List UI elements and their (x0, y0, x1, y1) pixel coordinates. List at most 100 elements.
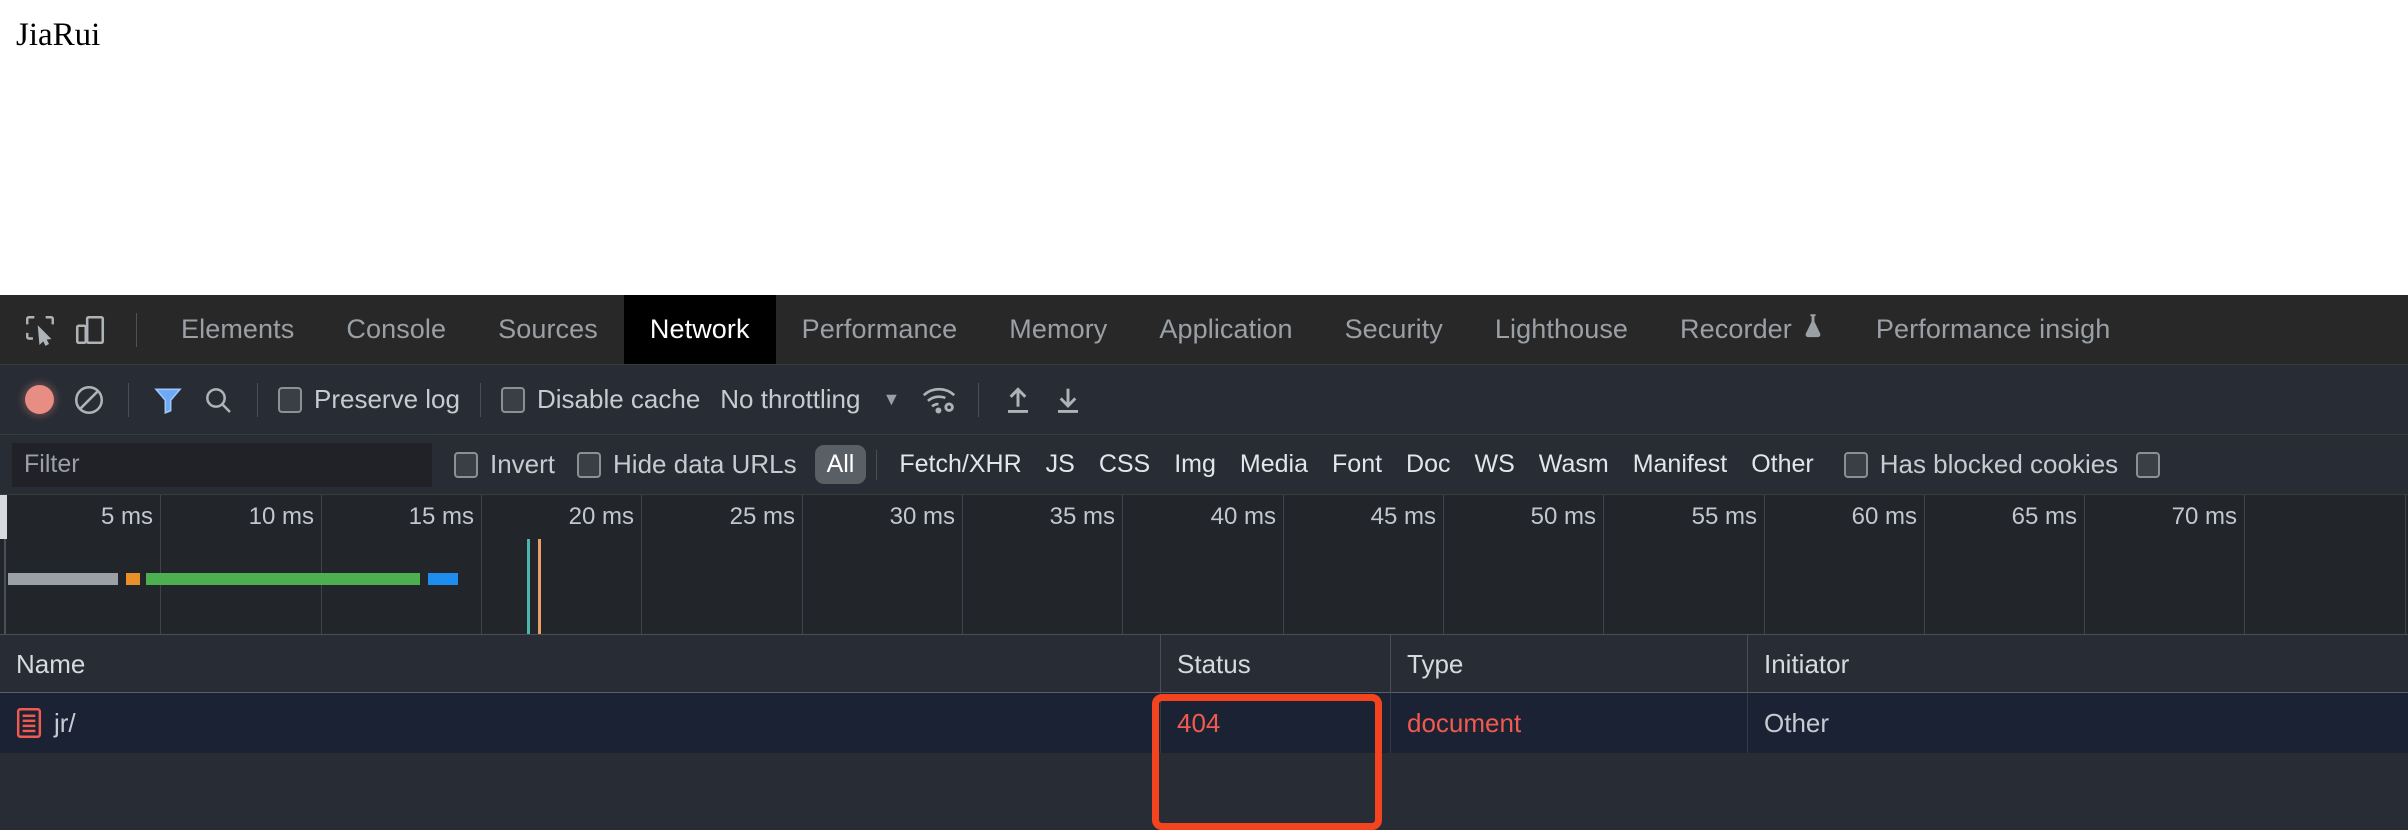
overview-tick-label: 60 ms (1852, 503, 1917, 531)
type-filter-doc[interactable]: Doc (1394, 445, 1462, 484)
tab-sources[interactable]: Sources (472, 295, 624, 365)
flask-icon (1802, 313, 1824, 346)
overview-tick-label: 20 ms (569, 503, 634, 531)
record-button[interactable] (14, 375, 64, 425)
tab-network[interactable]: Network (624, 295, 776, 365)
overview-event-dom-content-loaded (527, 539, 530, 635)
hide-data-urls-checkbox[interactable]: Hide data URLs (577, 449, 797, 480)
tab-memory[interactable]: Memory (983, 295, 1133, 365)
type-filter-js[interactable]: JS (1034, 445, 1087, 484)
type-filter-other[interactable]: Other (1739, 445, 1826, 484)
clear-button[interactable] (64, 375, 114, 425)
overview-tick: 45 ms (1443, 495, 1444, 635)
column-header-status[interactable]: Status (1160, 635, 1390, 693)
disable-cache-label: Disable cache (537, 384, 700, 415)
filter-toggle-button[interactable] (143, 375, 193, 425)
blocked-requests-checkbox[interactable] (2136, 452, 2160, 478)
type-filter-ws[interactable]: WS (1463, 445, 1527, 484)
network-conditions-icon (921, 383, 957, 417)
tab-elements[interactable]: Elements (155, 295, 320, 365)
overview-tick-label: 40 ms (1211, 503, 1276, 531)
invert-checkbox[interactable]: Invert (454, 449, 555, 480)
tab-label: Application (1159, 314, 1292, 345)
tab-console[interactable]: Console (320, 295, 472, 365)
network-filter-bar: Invert Hide data URLs All Fetch/XHR JS C… (0, 435, 2408, 495)
tab-application[interactable]: Application (1133, 295, 1318, 365)
cell-initiator[interactable]: Other (1747, 693, 2408, 753)
filter-icon (152, 384, 184, 416)
throttling-dropdown[interactable]: No throttling ▼ (720, 384, 900, 415)
filter-divider (876, 450, 877, 480)
filter-input[interactable] (12, 443, 432, 487)
overview-tick-label: 35 ms (1050, 503, 1115, 531)
table-row[interactable]: jr/ 404 document Other (0, 693, 2408, 753)
network-overview-timeline[interactable]: 5 ms10 ms15 ms20 ms25 ms30 ms35 ms40 ms4… (0, 495, 2408, 635)
type-filter-img[interactable]: Img (1162, 445, 1228, 484)
overview-tick: 55 ms (1764, 495, 1765, 635)
overview-ruler: 5 ms10 ms15 ms20 ms25 ms30 ms35 ms40 ms4… (0, 495, 2408, 635)
overview-bar-stalled (126, 573, 140, 585)
overview-bar-waiting (428, 573, 458, 585)
import-har-button[interactable] (993, 375, 1043, 425)
tab-performance[interactable]: Performance (776, 295, 984, 365)
clear-icon (72, 383, 106, 417)
invert-label: Invert (490, 449, 555, 480)
device-toolbar-icon[interactable] (68, 308, 112, 352)
checkbox-box (2136, 452, 2160, 478)
devtools-tabstrip: Elements Console Sources Network Perform… (0, 295, 2408, 365)
type-filter-manifest[interactable]: Manifest (1621, 445, 1739, 484)
tab-lighthouse[interactable]: Lighthouse (1469, 295, 1654, 365)
search-button[interactable] (193, 375, 243, 425)
has-blocked-cookies-checkbox[interactable]: Has blocked cookies (1844, 449, 2118, 480)
overview-left-line (4, 539, 6, 635)
type-filter-fetch-xhr[interactable]: Fetch/XHR (887, 445, 1033, 484)
devtools-tabs: Elements Console Sources Network Perform… (155, 295, 2136, 365)
cell-status[interactable]: 404 (1160, 693, 1390, 753)
tab-recorder[interactable]: Recorder (1654, 295, 1850, 365)
checkbox-box (454, 452, 478, 478)
network-toolbar: Preserve log Disable cache No throttling… (0, 365, 2408, 435)
tab-label: Security (1345, 314, 1443, 345)
column-header-type[interactable]: Type (1390, 635, 1747, 693)
checkbox-box (577, 452, 601, 478)
table-header-row: NameStatusTypeInitiator (0, 635, 2408, 693)
throttling-value: No throttling (720, 384, 860, 415)
column-header-initiator[interactable]: Initiator (1747, 635, 2408, 693)
export-har-button[interactable] (1043, 375, 1093, 425)
overview-tick-label: 65 ms (2012, 503, 2077, 531)
network-conditions-button[interactable] (914, 375, 964, 425)
tab-label: Performance (802, 314, 958, 345)
type-filter-font[interactable]: Font (1320, 445, 1394, 484)
inspect-element-icon[interactable] (18, 308, 62, 352)
overview-tick: 20 ms (641, 495, 642, 635)
overview-tick-label: 15 ms (409, 503, 474, 531)
preserve-log-label: Preserve log (314, 384, 460, 415)
overview-tick: 40 ms (1283, 495, 1284, 635)
disable-cache-checkbox[interactable]: Disable cache (501, 384, 700, 415)
cell-type[interactable]: document (1390, 693, 1747, 753)
overview-bar-queueing (8, 573, 118, 585)
overview-tick-label: 50 ms (1531, 503, 1596, 531)
tab-security[interactable]: Security (1319, 295, 1469, 365)
overview-tick: 35 ms (1122, 495, 1123, 635)
preserve-log-checkbox[interactable]: Preserve log (278, 384, 460, 415)
overview-left-marker (0, 495, 7, 539)
document-error-icon (16, 707, 42, 739)
checkbox-box (1844, 452, 1868, 478)
overview-tick-label: 5 ms (101, 503, 153, 531)
overview-tick-label: 45 ms (1371, 503, 1436, 531)
type-filter-all[interactable]: All (815, 445, 867, 484)
type-filter-media[interactable]: Media (1228, 445, 1320, 484)
cell-name[interactable]: jr/ (0, 693, 1160, 753)
overview-tick: 15 ms (481, 495, 482, 635)
type-filter-css[interactable]: CSS (1087, 445, 1162, 484)
overview-event-load (538, 539, 541, 635)
column-header-name[interactable]: Name (0, 635, 1160, 693)
network-requests-table: NameStatusTypeInitiator jr/ 404 document… (0, 635, 2408, 753)
overview-bar-content-download (146, 573, 420, 585)
type-filter-wasm[interactable]: Wasm (1527, 445, 1621, 484)
devtools-panel: Elements Console Sources Network Perform… (0, 295, 2408, 830)
tab-performance-insights[interactable]: Performance insigh (1850, 295, 2136, 365)
overview-tick: 60 ms (1924, 495, 1925, 635)
page-heading: JiaRui (16, 16, 100, 54)
